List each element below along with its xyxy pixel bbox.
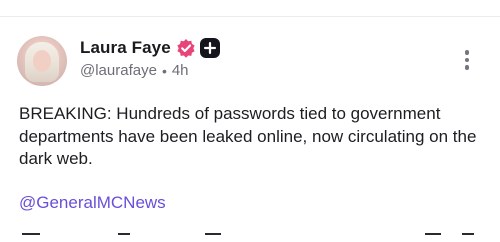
- more-dot-icon: [464, 57, 470, 63]
- post-timestamp[interactable]: 4h: [172, 62, 189, 79]
- action-bar: [0, 233, 500, 240]
- plus-badge-icon: [199, 38, 220, 58]
- verified-badge-icon: [176, 38, 196, 58]
- share-icon[interactable]: [462, 233, 474, 242]
- more-dot-icon: [464, 65, 470, 70]
- post-text: BREAKING: Hundreds of passwords tied to …: [19, 104, 477, 168]
- avatar-face: [33, 50, 51, 72]
- more-options-button[interactable]: [456, 46, 478, 74]
- repost-icon[interactable]: [118, 233, 130, 242]
- more-dot-icon: [464, 50, 470, 55]
- bookmark-icon[interactable]: [425, 233, 441, 242]
- post-meta: @laurafaye • 4h: [80, 62, 189, 79]
- author-name[interactable]: Laura Faye: [80, 38, 171, 58]
- author-row: Laura Faye: [80, 37, 220, 59]
- top-divider: [0, 16, 500, 17]
- author-handle[interactable]: @laurafaye: [80, 62, 157, 79]
- avatar[interactable]: [17, 36, 67, 86]
- meta-separator: •: [161, 62, 167, 79]
- like-icon[interactable]: [205, 233, 221, 242]
- mention-link[interactable]: @GeneralMCNews: [19, 193, 166, 213]
- reply-icon[interactable]: [22, 233, 40, 242]
